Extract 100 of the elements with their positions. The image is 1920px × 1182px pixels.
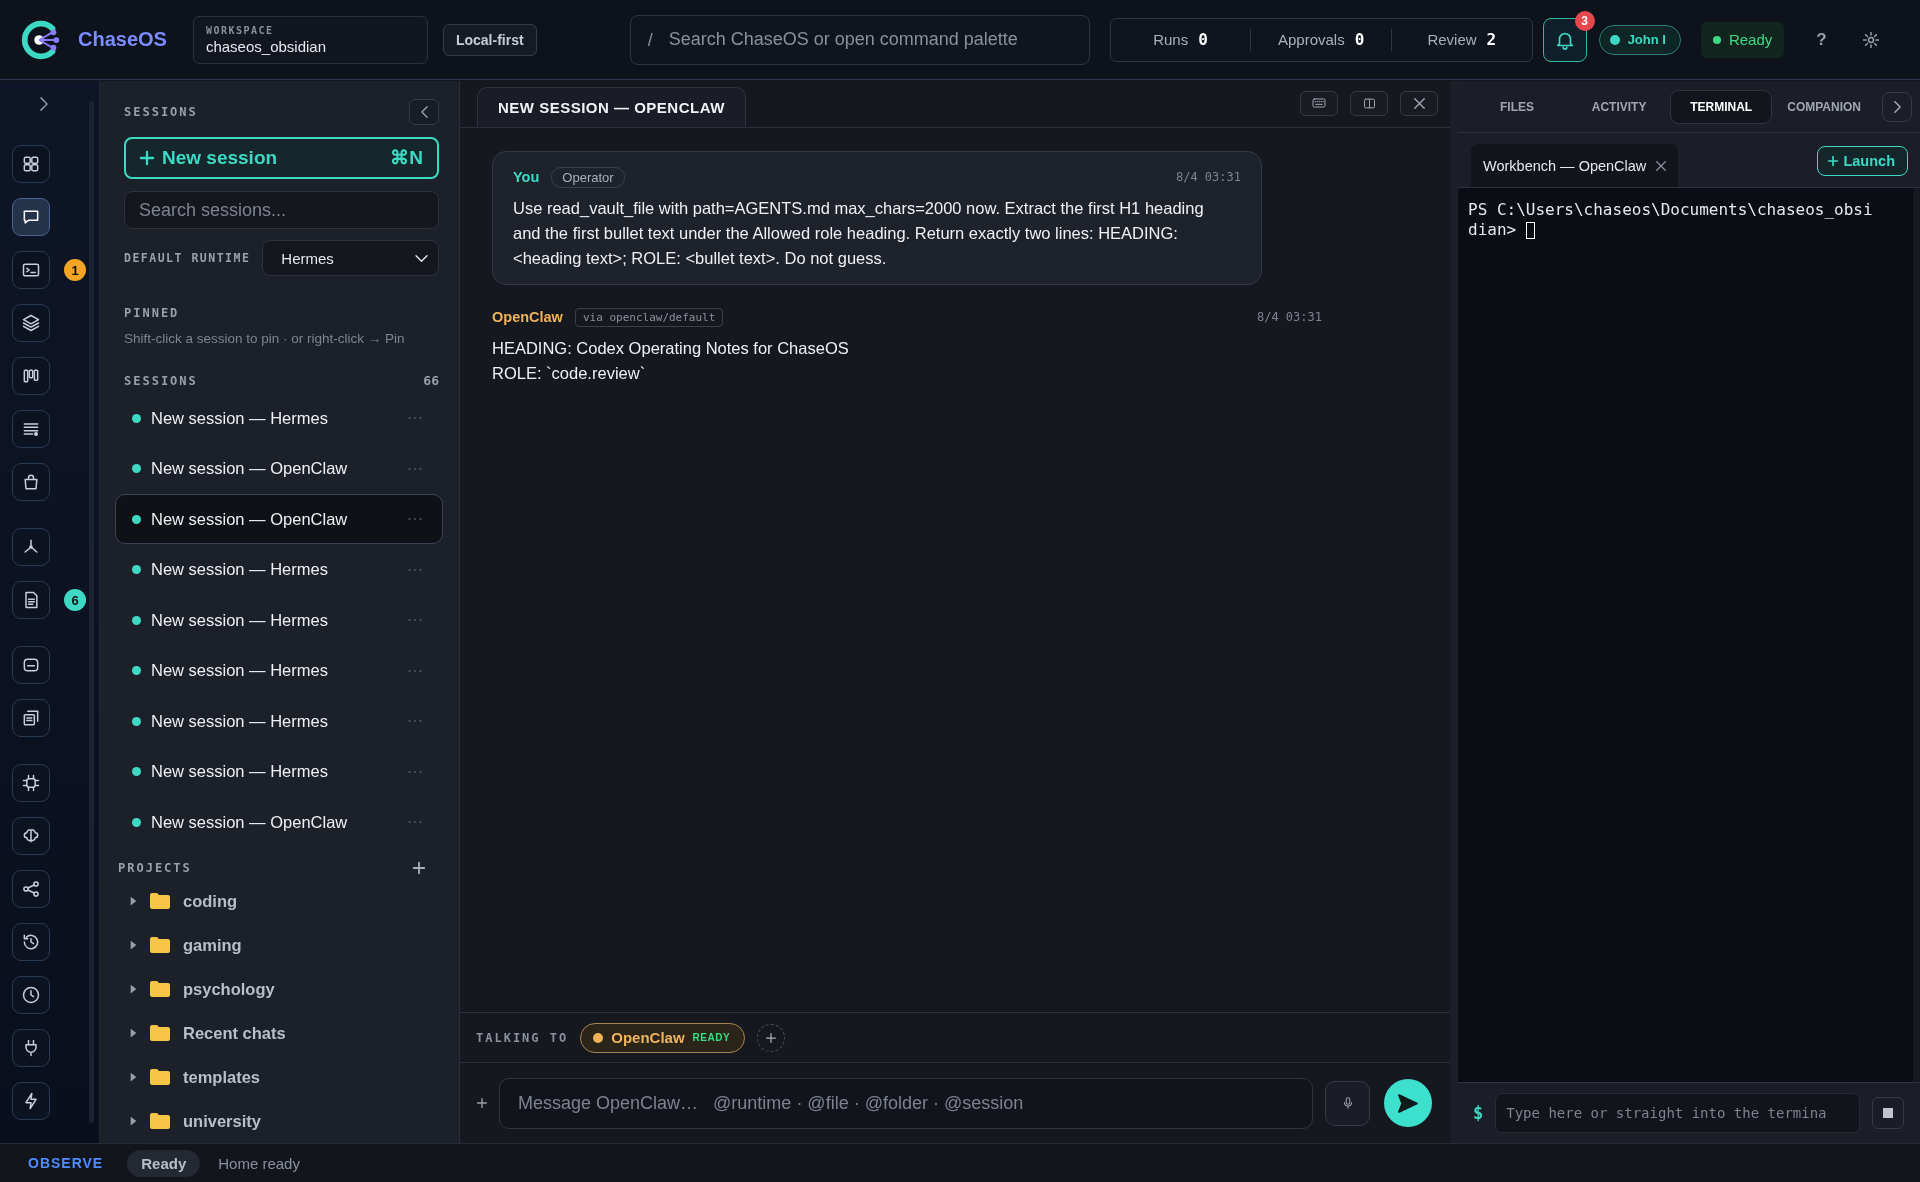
agent-pill[interactable]: OpenClaw READY <box>580 1022 746 1053</box>
project-name[interactable]: university <box>183 1111 261 1131</box>
panel-tab[interactable]: FILES <box>1466 89 1569 124</box>
status-dot <box>132 514 141 524</box>
rail-button[interactable] <box>12 463 50 501</box>
status-dot <box>593 1032 604 1043</box>
rail-button[interactable] <box>12 145 50 183</box>
status-dot <box>132 413 141 423</box>
rail-button[interactable] <box>12 646 50 684</box>
split-button[interactable] <box>1350 90 1388 116</box>
rail-button[interactable] <box>12 1029 50 1067</box>
split-view-icon <box>1361 95 1377 111</box>
share-icon <box>21 879 41 899</box>
folder-icon <box>149 1112 171 1130</box>
user-name: John I <box>1627 32 1666 47</box>
notification-count: 3 <box>1574 10 1595 31</box>
session-item[interactable]: New session — Hermes <box>115 544 443 595</box>
rail-button[interactable] <box>12 1082 50 1120</box>
session-item[interactable]: New session — OpenClaw <box>115 797 443 848</box>
close-icon <box>1413 97 1425 109</box>
rail-button[interactable] <box>12 528 50 566</box>
mode-badge: Local-first <box>442 23 537 56</box>
add-icon[interactable] <box>413 862 425 875</box>
stop-button[interactable] <box>1872 1097 1904 1129</box>
keyboard-button[interactable] <box>1300 90 1338 116</box>
rail-button[interactable] <box>12 976 50 1014</box>
session-item[interactable]: New session — Hermes <box>115 645 443 696</box>
rail-button[interactable] <box>12 581 50 619</box>
rail-button[interactable] <box>12 251 50 289</box>
terminal-input[interactable]: Type here or straight into the termina <box>1495 1093 1860 1133</box>
session-item[interactable]: New session — OpenClaw <box>115 443 443 494</box>
collapse-button[interactable] <box>409 99 439 125</box>
attach-icon[interactable] <box>477 1098 487 1108</box>
project-name[interactable]: Recent chats <box>183 1023 286 1043</box>
caret-icon[interactable] <box>130 984 137 994</box>
send-button[interactable] <box>1384 1079 1432 1127</box>
bag-icon <box>21 472 41 492</box>
rail-button[interactable] <box>12 410 50 448</box>
search-field[interactable]: Search sessions... <box>124 190 439 230</box>
caret-icon[interactable] <box>130 1072 137 1082</box>
message-text: HEADING: Codex Operating Notes for ChaseOS <box>492 338 850 359</box>
panel-tab[interactable]: COMPANION <box>1772 89 1876 124</box>
status-dot <box>1609 34 1620 45</box>
panel-tab[interactable]: TERMINAL <box>1670 89 1773 124</box>
slash-hint: / <box>647 29 653 51</box>
status-dot <box>1712 35 1721 44</box>
session-item[interactable]: New session — Hermes <box>115 696 443 747</box>
layers-icon <box>21 313 41 333</box>
rail-button[interactable] <box>12 304 50 342</box>
caret-icon[interactable] <box>130 896 137 906</box>
chip-icon <box>21 773 41 793</box>
close-button[interactable] <box>1400 90 1438 116</box>
workspace-selector[interactable]: WORKSPACE chaseos_obsidian <box>192 15 428 64</box>
new-session-button[interactable]: New session ⌘N <box>124 137 439 179</box>
caret-icon[interactable] <box>130 1116 137 1126</box>
status-dot <box>132 767 141 777</box>
section-title: PINNED <box>124 306 181 321</box>
caret-icon[interactable] <box>130 1028 137 1038</box>
message-time: 8/4 03:31 <box>1256 310 1322 324</box>
status-dot <box>132 464 141 474</box>
caret-icon[interactable] <box>130 940 137 950</box>
expand-icon[interactable] <box>40 97 48 111</box>
tray-icon <box>21 655 41 675</box>
user-pill[interactable]: John I <box>1598 24 1681 55</box>
session-item[interactable]: New session — Hermes <box>115 595 443 646</box>
project-name[interactable]: psychology <box>183 979 275 999</box>
count-badge: 6 <box>64 589 86 611</box>
message-field[interactable]: Message OpenClaw… @runtime · @file · @folder · @session <box>499 1077 1313 1129</box>
launch-button[interactable]: Launch <box>1817 146 1908 176</box>
status-message: Home ready <box>218 1154 300 1172</box>
project-name[interactable]: coding <box>183 891 238 911</box>
plus-icon <box>766 1032 777 1043</box>
rail-button[interactable] <box>12 764 50 802</box>
keyboard-icon <box>1311 95 1327 111</box>
runtime-dropdown[interactable]: Hermes <box>262 240 439 277</box>
folder-icon <box>149 936 171 954</box>
settings-icon[interactable] <box>1860 29 1881 50</box>
section-title: SESSIONS <box>124 373 198 388</box>
session-item[interactable]: New session — Hermes <box>115 393 443 444</box>
session-tab[interactable]: NEW SESSION — OPENCLAW <box>477 87 746 127</box>
status-label: Ready <box>1728 31 1773 48</box>
runtime-label: DEFAULT RUNTIME <box>124 251 251 266</box>
project-name[interactable]: gaming <box>183 935 242 955</box>
project-name[interactable]: templates <box>183 1067 261 1087</box>
session-item[interactable]: New session — Hermes <box>115 746 443 797</box>
rail-button[interactable] <box>12 870 50 908</box>
panel-tab[interactable]: ACTIVITY <box>1568 89 1671 124</box>
session-item[interactable]: New session — OpenClaw <box>115 494 443 545</box>
agent-state: READY <box>692 1032 731 1043</box>
workbench-tab[interactable]: Workbench — OpenClaw <box>1471 144 1679 187</box>
notifications-button[interactable] <box>1542 17 1587 62</box>
section-title: SESSIONS <box>124 105 198 119</box>
next-button[interactable] <box>1882 91 1912 122</box>
rail-button[interactable] <box>12 357 50 395</box>
help-button[interactable]: ? <box>1816 29 1827 50</box>
rail-button[interactable] <box>12 699 50 737</box>
rail-button[interactable] <box>12 198 50 236</box>
rail-button[interactable] <box>12 817 50 855</box>
rail-button[interactable] <box>12 923 50 961</box>
close-icon[interactable] <box>1656 160 1667 171</box>
